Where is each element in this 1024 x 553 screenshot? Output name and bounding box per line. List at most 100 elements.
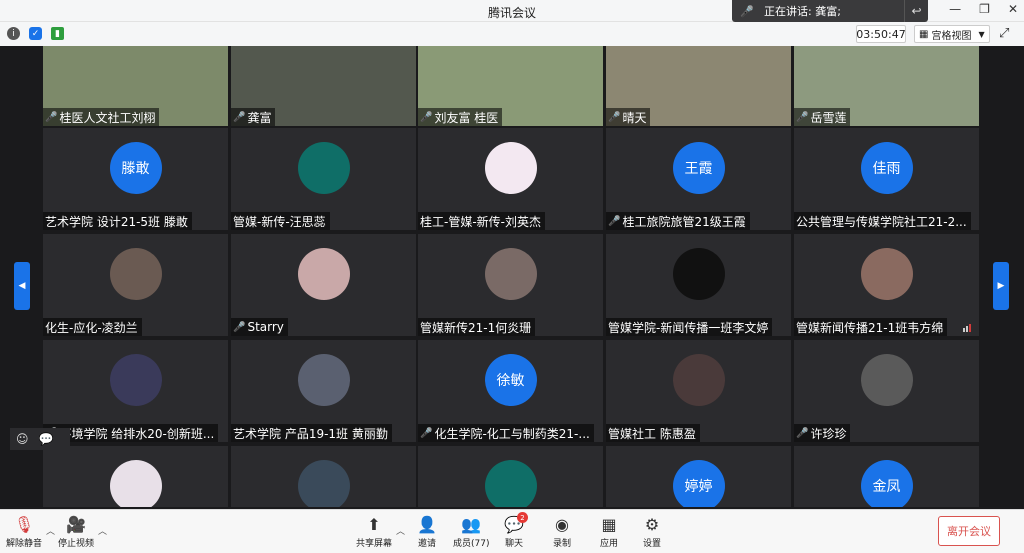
participant-label: 🎤 晴天 [606,108,651,126]
close-icon[interactable]: ✕ [1008,2,1018,16]
chat-label: 聊天 [504,539,523,549]
participant-tile[interactable] [43,446,228,507]
chat-bubble-icon[interactable]: 💬 [39,432,54,446]
avatar [484,248,537,300]
avatar: 王霞 [672,142,725,194]
participant-tile[interactable]: 管媒社工 陈惠盈 [606,340,791,442]
record-button[interactable]: ◉ 录制 [553,514,571,549]
avatar [297,460,350,507]
participant-tile[interactable]: 🎤 许珍珍 [794,340,979,442]
meeting-timer: 03:50:47 [856,25,906,43]
settings-button[interactable]: ⚙ 设置 [643,514,661,549]
share-screen-button[interactable]: ⬆ 共享屏幕 [356,514,392,549]
mic-muted-icon: 🎤 [608,215,621,227]
participant-name: 艺术学院 设计21-5班 滕敢 [45,214,188,229]
mic-icon: 🎤 [45,111,58,123]
chevron-up-icon[interactable]: ︿ [46,524,55,537]
avatar [672,248,725,300]
apps-button[interactable]: ▦ 应用 [600,514,618,549]
mic-icon: 🎤 [233,111,246,123]
chevron-left-icon: ◀ [18,281,26,291]
signal-icon[interactable]: ▮ [51,27,64,40]
participant-tile[interactable]: 管媒-新传-汪思蕊 [231,128,416,230]
minimize-icon[interactable]: — [949,2,961,16]
participant-label: 🎤 Starry [231,318,288,336]
record-label: 录制 [553,539,572,549]
participant-label: 艺术学院 设计21-5班 滕敢 [43,212,192,230]
mic-icon: 🎤 [420,111,433,123]
unmute-button[interactable]: 🎙 解除静音 [6,514,42,549]
participant-tile[interactable] [231,446,416,507]
mic-icon: 🎤 [740,4,754,18]
video-tile[interactable]: 🎤 龚富 [231,46,416,126]
next-page-button[interactable]: ▶ [993,262,1009,310]
participant-name: 管媒新传21-1何炎珊 [420,320,532,335]
participant-label: 🎤 刘友富 桂医 [418,108,503,126]
grid-icon: ▦ [919,28,929,40]
participant-label: 🎤 化生学院-化工与制药类21-... [418,424,594,442]
participant-tile[interactable]: 🎤环境学院 给排水20-创新班... [43,340,228,442]
gear-icon: ⚙ [644,515,660,534]
participant-label: 管媒社工 陈惠盈 [606,424,700,442]
participant-label: 公共管理与传媒学院社工21-2... [794,212,971,230]
participant-label: 管媒学院-新闻传播一班李文婷 [606,318,773,336]
participant-tile[interactable]: 管媒新传21-1何炎珊 [418,234,603,336]
participant-name: 许珍珍 [810,426,847,441]
participant-name: 艺术学院 产品19-1班 黄丽勤 [233,426,388,441]
members-label: 成员(77) [453,539,490,549]
mic-muted-icon: 🎤 [420,427,433,439]
participant-name: 晴天 [622,110,647,125]
avatar [109,460,162,507]
participant-label: 🎤 桂工旅院旅管21级王霞 [606,212,750,230]
shield-icon[interactable]: ✓ [29,27,42,40]
participant-tile[interactable]: 化生-应化-凌劲兰 [43,234,228,336]
video-tile[interactable]: 🎤 晴天 [606,46,791,126]
chevron-up-icon[interactable]: ︿ [396,524,405,537]
participant-label: 艺术学院 产品19-1班 黄丽勤 [231,424,392,442]
avatar [297,354,350,406]
leave-meeting-button[interactable]: 离开会议 [938,516,1000,546]
participant-tile[interactable]: 管媒学院-新闻传播一班李文婷 [606,234,791,336]
participant-tile[interactable]: 管媒新闻传播21-1班韦方绵 [794,234,979,336]
chevron-right-icon: ▶ [997,281,1005,291]
participant-tile[interactable]: 金凤 [794,446,979,507]
video-tile[interactable]: 🎤 刘友富 桂医 [418,46,603,126]
participant-label: 管媒-新传-汪思蕊 [231,212,330,230]
chevron-down-icon: ▼ [978,29,985,39]
info-icon[interactable]: i [7,27,20,40]
chat-button[interactable]: 💬 2 聊天 [504,512,528,549]
participant-name: 桂工-管媒-新传-刘英杰 [420,214,541,229]
participant-tile[interactable]: 滕敢艺术学院 设计21-5班 滕敢 [43,128,228,230]
participant-tile[interactable] [418,446,603,507]
participant-tile[interactable]: 佳雨 公共管理与传媒学院社工21-2... [794,128,979,230]
avatar: 婷婷 [672,460,725,507]
share-label: 共享屏幕 [356,539,393,549]
reply-icon[interactable]: ↩ [904,0,928,22]
participant-tile[interactable]: 桂工-管媒-新传-刘英杰 [418,128,603,230]
participant-tile[interactable]: 婷婷 [606,446,791,507]
video-tile[interactable]: 🎤 桂医人文社工刘栩 [43,46,228,126]
participant-tile[interactable]: 王霞 🎤 桂工旅院旅管21级王霞 [606,128,791,230]
invite-button[interactable]: 👤 邀请 [417,514,437,549]
emoji-icon[interactable]: ☺ [16,432,29,446]
view-switcher[interactable]: ▦ 宫格视图 ▼ [914,25,990,43]
view-label: 宫格视图 [931,30,972,42]
restore-icon[interactable]: ❐ [979,2,990,16]
participant-label: 🎤 桂医人文社工刘栩 [43,108,160,126]
participant-name: 管媒社工 陈惠盈 [608,426,696,441]
invite-label: 邀请 [417,539,436,549]
share-screen-icon: ⬆ [367,515,381,534]
fullscreen-icon[interactable]: ⤢ [999,26,1009,41]
participant-tile[interactable]: 🎤 Starry [231,234,416,336]
prev-page-button[interactable]: ◀ [14,262,30,310]
avatar [484,460,537,507]
participant-label: 管媒新闻传播21-1班韦方绵 [794,318,948,336]
chevron-up-icon[interactable]: ︿ [98,524,107,537]
members-button[interactable]: 👥 成员(77) [453,514,489,549]
stop-video-button[interactable]: 🎥 停止视频 [58,514,94,549]
speaking-text: 正在讲话: 龚富; [764,5,841,18]
participant-tile[interactable]: 艺术学院 产品19-1班 黄丽勤 [231,340,416,442]
video-tile[interactable]: 🎤 岳雪莲 [794,46,979,126]
avatar: 滕敢 [109,142,162,194]
participant-tile[interactable]: 徐敏 🎤 化生学院-化工与制药类21-... [418,340,603,442]
